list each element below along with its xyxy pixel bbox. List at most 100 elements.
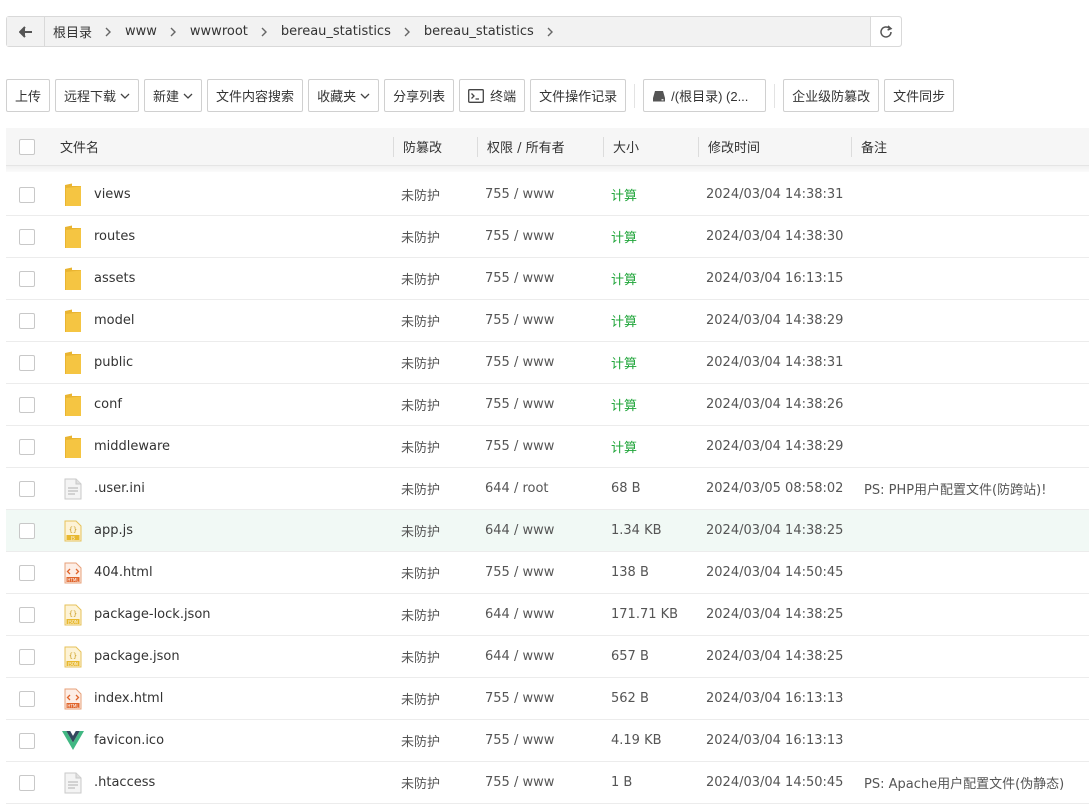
file-name-cell[interactable]: assets bbox=[50, 258, 393, 299]
row-checkbox-cell[interactable] bbox=[6, 636, 50, 677]
table-row[interactable]: {} JSON package.json 未防护 644 / www 657 B 2024/… bbox=[6, 636, 1089, 678]
breadcrumb-item[interactable]: wwwroot bbox=[190, 24, 248, 39]
table-row[interactable]: .user.ini 未防护 644 / root 68 B 2024/03/05 08:… bbox=[6, 468, 1089, 510]
file-perm[interactable]: 644 / www bbox=[477, 636, 603, 677]
file-note[interactable] bbox=[856, 594, 1089, 635]
file-perm[interactable]: 755 / www bbox=[477, 258, 603, 299]
file-perm[interactable]: 755 / www bbox=[477, 762, 603, 803]
row-checkbox[interactable] bbox=[19, 606, 35, 623]
row-checkbox-cell[interactable] bbox=[6, 468, 50, 509]
breadcrumb-item[interactable]: www bbox=[125, 24, 157, 39]
remote-download-button[interactable]: 远程下载 bbox=[55, 79, 140, 112]
file-note[interactable] bbox=[856, 174, 1089, 215]
file-name-cell[interactable]: favicon.ico bbox=[50, 720, 393, 761]
table-row[interactable]: views 未防护 755 / www 计算 2024/03/04 14:38:31 bbox=[6, 174, 1089, 216]
file-note[interactable] bbox=[856, 216, 1089, 257]
file-note[interactable] bbox=[856, 636, 1089, 677]
file-protect[interactable]: 未防护 bbox=[393, 678, 477, 719]
table-row[interactable]: {} JS app.js 未防护 644 / www 1.34 KB 2024/03/04 … bbox=[6, 510, 1089, 552]
file-name-cell[interactable]: HTML 404.html bbox=[50, 552, 393, 593]
header-mtime[interactable]: 修改时间 bbox=[698, 128, 851, 165]
file-name[interactable]: assets bbox=[94, 271, 135, 286]
row-checkbox-cell[interactable] bbox=[6, 384, 50, 425]
row-checkbox-cell[interactable] bbox=[6, 720, 50, 761]
row-checkbox[interactable] bbox=[19, 732, 35, 749]
row-checkbox[interactable] bbox=[19, 312, 35, 329]
file-note[interactable] bbox=[856, 384, 1089, 425]
row-checkbox[interactable] bbox=[19, 774, 35, 791]
file-name[interactable]: .htaccess bbox=[94, 775, 155, 790]
row-checkbox[interactable] bbox=[19, 690, 35, 707]
file-name[interactable]: .user.ini bbox=[94, 481, 145, 496]
file-name-cell[interactable]: routes bbox=[50, 216, 393, 257]
file-protect[interactable]: 未防护 bbox=[393, 300, 477, 341]
file-perm[interactable]: 755 / www bbox=[477, 174, 603, 215]
file-name-cell[interactable]: conf bbox=[50, 384, 393, 425]
table-row[interactable]: HTML index.html 未防护 755 / www 562 B 2024/03/0… bbox=[6, 678, 1089, 720]
table-row[interactable]: model 未防护 755 / www 计算 2024/03/04 14:38:29 bbox=[6, 300, 1089, 342]
breadcrumb-item[interactable]: 根目录 bbox=[53, 22, 92, 41]
table-row[interactable]: .htaccess 未防护 755 / www 1 B 2024/03/04 14:50… bbox=[6, 762, 1089, 804]
row-checkbox[interactable] bbox=[19, 396, 35, 413]
breadcrumb-item[interactable]: bereau_statistics bbox=[424, 24, 534, 39]
file-perm[interactable]: 644 / www bbox=[477, 594, 603, 635]
file-name-cell[interactable]: {} JSON package-lock.json bbox=[50, 594, 393, 635]
row-checkbox[interactable] bbox=[19, 354, 35, 371]
file-name-cell[interactable]: {} JSON package.json bbox=[50, 636, 393, 677]
file-sync-button[interactable]: 文件同步 bbox=[884, 79, 955, 112]
table-row[interactable]: {} JSON package-lock.json 未防护 644 / www 171.7… bbox=[6, 594, 1089, 636]
file-protect[interactable]: 未防护 bbox=[393, 342, 477, 383]
row-checkbox-cell[interactable] bbox=[6, 216, 50, 257]
file-name[interactable]: index.html bbox=[94, 691, 163, 706]
file-perm[interactable]: 644 / www bbox=[477, 510, 603, 551]
terminal-button[interactable]: 终端 bbox=[459, 79, 526, 112]
file-protect[interactable]: 未防护 bbox=[393, 762, 477, 803]
row-checkbox-cell[interactable] bbox=[6, 426, 50, 467]
file-name-cell[interactable]: HTML index.html bbox=[50, 678, 393, 719]
file-perm[interactable]: 644 / root bbox=[477, 468, 603, 509]
file-name[interactable]: views bbox=[94, 187, 131, 202]
path-bar[interactable]: 根目录 www wwwroot bereau_statistics bereau… bbox=[6, 16, 902, 47]
row-checkbox-cell[interactable] bbox=[6, 762, 50, 803]
header-note[interactable]: 备注 bbox=[851, 128, 1089, 165]
row-checkbox-cell[interactable] bbox=[6, 174, 50, 215]
table-row[interactable]: middleware 未防护 755 / www 计算 2024/03/04 14:38… bbox=[6, 426, 1089, 468]
row-checkbox-cell[interactable] bbox=[6, 678, 50, 719]
file-protect[interactable]: 未防护 bbox=[393, 468, 477, 509]
file-size[interactable]: 计算 bbox=[603, 342, 698, 383]
file-note[interactable] bbox=[856, 552, 1089, 593]
file-protect[interactable]: 未防护 bbox=[393, 384, 477, 425]
new-button[interactable]: 新建 bbox=[144, 79, 203, 112]
file-perm[interactable]: 755 / www bbox=[477, 342, 603, 383]
table-row[interactable]: routes 未防护 755 / www 计算 2024/03/04 14:38:30 bbox=[6, 216, 1089, 258]
file-name[interactable]: package.json bbox=[94, 649, 180, 664]
select-all-checkbox[interactable] bbox=[19, 138, 35, 155]
file-name[interactable]: package-lock.json bbox=[94, 607, 211, 622]
file-name-cell[interactable]: views bbox=[50, 174, 393, 215]
file-name-cell[interactable]: model bbox=[50, 300, 393, 341]
table-row[interactable]: HTML 404.html 未防护 755 / www 138 B 2024/03/04 … bbox=[6, 552, 1089, 594]
file-note[interactable] bbox=[856, 426, 1089, 467]
file-protect[interactable]: 未防护 bbox=[393, 216, 477, 257]
file-protect[interactable]: 未防护 bbox=[393, 258, 477, 299]
file-perm[interactable]: 755 / www bbox=[477, 720, 603, 761]
table-row[interactable]: public 未防护 755 / www 计算 2024/03/04 14:38:31 bbox=[6, 342, 1089, 384]
file-name-cell[interactable]: {} JS app.js bbox=[50, 510, 393, 551]
row-checkbox[interactable] bbox=[19, 438, 35, 455]
file-name[interactable]: middleware bbox=[94, 439, 170, 454]
file-size[interactable]: 计算 bbox=[603, 216, 698, 257]
tamper-proof-button[interactable]: 企业级防篡改 bbox=[783, 79, 880, 112]
file-size[interactable]: 计算 bbox=[603, 174, 698, 215]
file-protect[interactable]: 未防护 bbox=[393, 426, 477, 467]
file-protect[interactable]: 未防护 bbox=[393, 552, 477, 593]
breadcrumb-item[interactable]: bereau_statistics bbox=[281, 24, 391, 39]
file-name[interactable]: conf bbox=[94, 397, 122, 412]
file-size[interactable]: 计算 bbox=[603, 384, 698, 425]
table-row[interactable]: favicon.ico 未防护 755 / www 4.19 KB 2024/03/04… bbox=[6, 720, 1089, 762]
table-row[interactable]: assets 未防护 755 / www 计算 2024/03/04 16:13:15 bbox=[6, 258, 1089, 300]
file-note[interactable] bbox=[856, 342, 1089, 383]
back-button[interactable] bbox=[7, 17, 45, 46]
file-note[interactable] bbox=[856, 300, 1089, 341]
row-checkbox-cell[interactable] bbox=[6, 300, 50, 341]
row-checkbox[interactable] bbox=[19, 186, 35, 203]
